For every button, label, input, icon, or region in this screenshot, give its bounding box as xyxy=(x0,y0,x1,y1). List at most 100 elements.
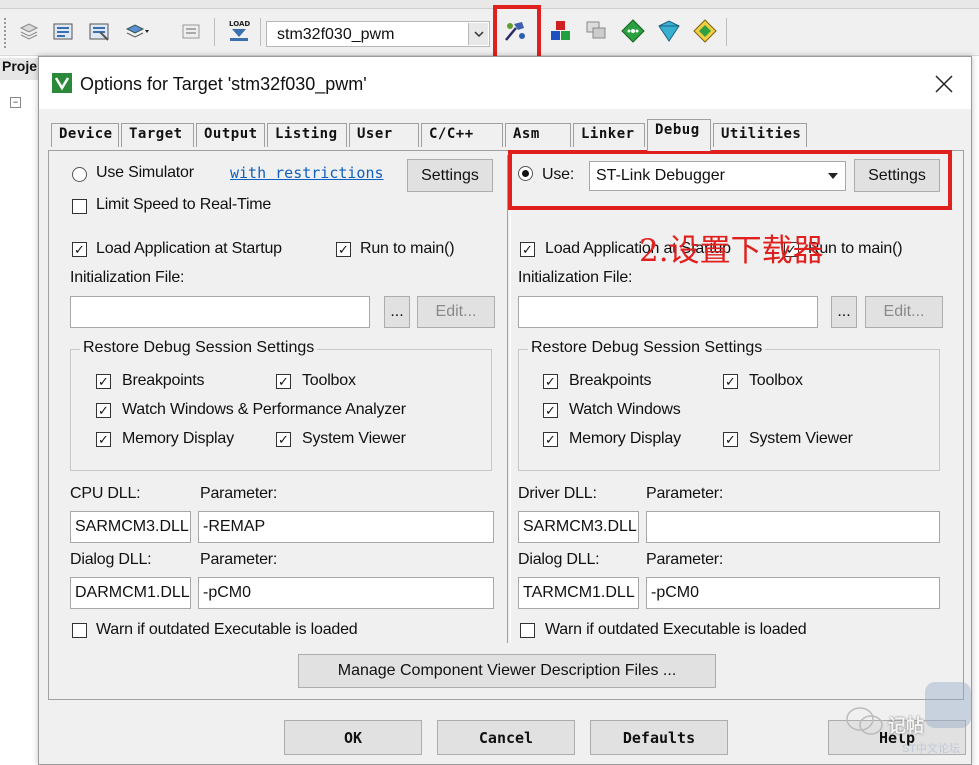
toolbar-separator xyxy=(214,18,215,46)
tab-linker[interactable]: Linker xyxy=(573,123,645,147)
target-select[interactable]: stm32f030_pwm xyxy=(266,21,490,47)
left-memory-display-label: Memory Display xyxy=(122,430,234,447)
watermark-badge xyxy=(925,682,971,728)
left-dialog-dll-input[interactable]: DARMCM1.DLL xyxy=(70,577,191,609)
right-breakpoints-label: Breakpoints xyxy=(569,372,652,389)
left-breakpoints-checkbox[interactable]: ✓ xyxy=(96,374,111,389)
options-dialog: Options for Target 'stm32f030_pwm' Devic… xyxy=(38,56,972,765)
batch-build-icon[interactable] xyxy=(124,18,150,44)
right-warn-checkbox[interactable] xyxy=(520,623,535,638)
run-time-env-icon[interactable] xyxy=(692,18,718,44)
left-toolbox-label: Toolbox xyxy=(302,372,356,389)
with-restrictions-link[interactable]: with restrictions xyxy=(230,164,384,182)
chevron-down-icon[interactable] xyxy=(468,23,488,45)
defaults-button[interactable]: Defaults xyxy=(590,720,728,755)
right-watch-windows-checkbox[interactable]: ✓ xyxy=(543,403,558,418)
manage-component-viewer-button[interactable]: Manage Component Viewer Description File… xyxy=(298,654,716,688)
column-divider xyxy=(507,155,511,643)
tab-output[interactable]: Output xyxy=(196,123,265,147)
target-select-value: stm32f030_pwm xyxy=(277,26,395,43)
left-restore-group-title: Restore Debug Session Settings xyxy=(80,339,318,357)
left-load-app-checkbox[interactable]: ✓ xyxy=(72,242,87,257)
cpu-dll-param-input[interactable]: -REMAP xyxy=(198,511,494,543)
left-load-app-label: Load Application at Startup xyxy=(96,240,282,257)
watermark-text: 记帖 xyxy=(888,716,924,736)
right-toolbox-label: Toolbox xyxy=(749,372,803,389)
tab-cpp[interactable]: C/C++ xyxy=(421,123,503,147)
driver-dll-input[interactable]: SARMCM3.DLL xyxy=(518,511,639,543)
wechat-logo-icon xyxy=(845,705,885,737)
annotation-step-2: 2.设置下载器 xyxy=(639,233,824,269)
left-memory-display-checkbox[interactable]: ✓ xyxy=(96,432,111,447)
left-watch-windows-checkbox[interactable]: ✓ xyxy=(96,403,111,418)
left-dialog-dll-label: Dialog DLL: xyxy=(70,551,152,568)
right-memory-display-checkbox[interactable]: ✓ xyxy=(543,432,558,447)
tab-user[interactable]: User xyxy=(349,123,419,147)
left-dialog-dll-param-input[interactable]: -pCM0 xyxy=(198,577,494,609)
left-watch-windows-label: Watch Windows & Performance Analyzer xyxy=(122,401,406,418)
simulator-settings-button[interactable]: Settings xyxy=(407,159,493,192)
use-simulator-radio[interactable] xyxy=(72,167,87,182)
driver-dll-label: Driver DLL: xyxy=(518,485,597,502)
left-dialog-parameter-label: Parameter: xyxy=(200,551,278,568)
right-system-viewer-checkbox[interactable]: ✓ xyxy=(723,432,738,447)
highlight-box-debugger xyxy=(508,150,952,210)
right-browse-button[interactable]: ... xyxy=(831,296,857,328)
cancel-button[interactable]: Cancel xyxy=(437,720,575,755)
tab-target[interactable]: Target xyxy=(121,123,194,147)
tab-listing[interactable]: Listing xyxy=(267,123,347,147)
project-tab[interactable]: Proje xyxy=(0,58,38,80)
tab-debug[interactable]: Debug xyxy=(647,119,711,151)
left-system-viewer-label: System Viewer xyxy=(302,430,406,447)
left-system-viewer-checkbox[interactable]: ✓ xyxy=(276,432,291,447)
right-parameter-label: Parameter: xyxy=(646,485,724,502)
close-icon[interactable] xyxy=(927,67,961,101)
right-dialog-dll-input[interactable]: TARMCM1.DLL xyxy=(518,577,639,609)
left-warn-label: Warn if outdated Executable is loaded xyxy=(96,621,358,638)
ok-button[interactable]: OK xyxy=(284,720,422,755)
load-icon[interactable]: LOAD xyxy=(226,18,252,44)
right-toolbox-checkbox[interactable]: ✓ xyxy=(723,374,738,389)
pack-installer-icon[interactable] xyxy=(620,18,646,44)
cpu-dll-input[interactable]: SARMCM3.DLL xyxy=(70,511,191,543)
watermark-subtext: ST中文论坛 xyxy=(902,743,961,755)
right-init-file-input[interactable] xyxy=(518,296,818,328)
manage-project-icon[interactable] xyxy=(548,18,574,44)
right-dialog-dll-param-input[interactable]: -pCM0 xyxy=(646,577,940,609)
right-restore-group-title: Restore Debug Session Settings xyxy=(528,339,766,357)
file-extensions-icon[interactable] xyxy=(584,18,610,44)
left-parameter-label: Parameter: xyxy=(200,485,278,502)
driver-dll-param-input[interactable] xyxy=(646,511,940,543)
left-warn-checkbox[interactable] xyxy=(72,623,87,638)
dialog-titlebar: Options for Target 'stm32f030_pwm' xyxy=(39,57,971,109)
stack-icon[interactable] xyxy=(16,18,42,44)
limit-speed-label: Limit Speed to Real-Time xyxy=(96,196,272,213)
tab-device[interactable]: Device xyxy=(51,123,119,147)
left-init-file-label: Initialization File: xyxy=(70,269,185,286)
tree-collapse-icon[interactable]: − xyxy=(10,97,21,108)
tab-utilities[interactable]: Utilities xyxy=(713,123,807,147)
project-pane xyxy=(0,56,39,765)
build-icon[interactable] xyxy=(86,18,112,44)
left-run-to-main-checkbox[interactable]: ✓ xyxy=(336,242,351,257)
toolbar-separator xyxy=(726,18,727,46)
left-toolbox-checkbox[interactable]: ✓ xyxy=(276,374,291,389)
left-browse-button[interactable]: ... xyxy=(384,296,410,328)
right-dialog-dll-label: Dialog DLL: xyxy=(518,551,600,568)
left-run-to-main-label: Run to main() xyxy=(360,240,455,257)
right-system-viewer-label: System Viewer xyxy=(749,430,853,447)
tab-asm[interactable]: Asm xyxy=(505,123,571,147)
right-load-app-checkbox[interactable]: ✓ xyxy=(520,242,535,257)
ide-toolbar: LOAD stm32f030_pwm xyxy=(0,0,979,56)
select-packs-icon[interactable] xyxy=(656,18,682,44)
left-init-file-input[interactable] xyxy=(70,296,370,328)
left-edit-button[interactable]: Edit... xyxy=(417,296,495,328)
right-watch-windows-label: Watch Windows xyxy=(569,401,681,418)
translate-icon[interactable] xyxy=(50,18,76,44)
right-breakpoints-checkbox[interactable]: ✓ xyxy=(543,374,558,389)
rebuild-icon[interactable] xyxy=(178,18,204,44)
toolbar-grip[interactable] xyxy=(4,18,9,48)
right-edit-button[interactable]: Edit... xyxy=(865,296,943,328)
limit-speed-checkbox[interactable] xyxy=(72,199,87,214)
right-warn-label: Warn if outdated Executable is loaded xyxy=(545,621,807,638)
